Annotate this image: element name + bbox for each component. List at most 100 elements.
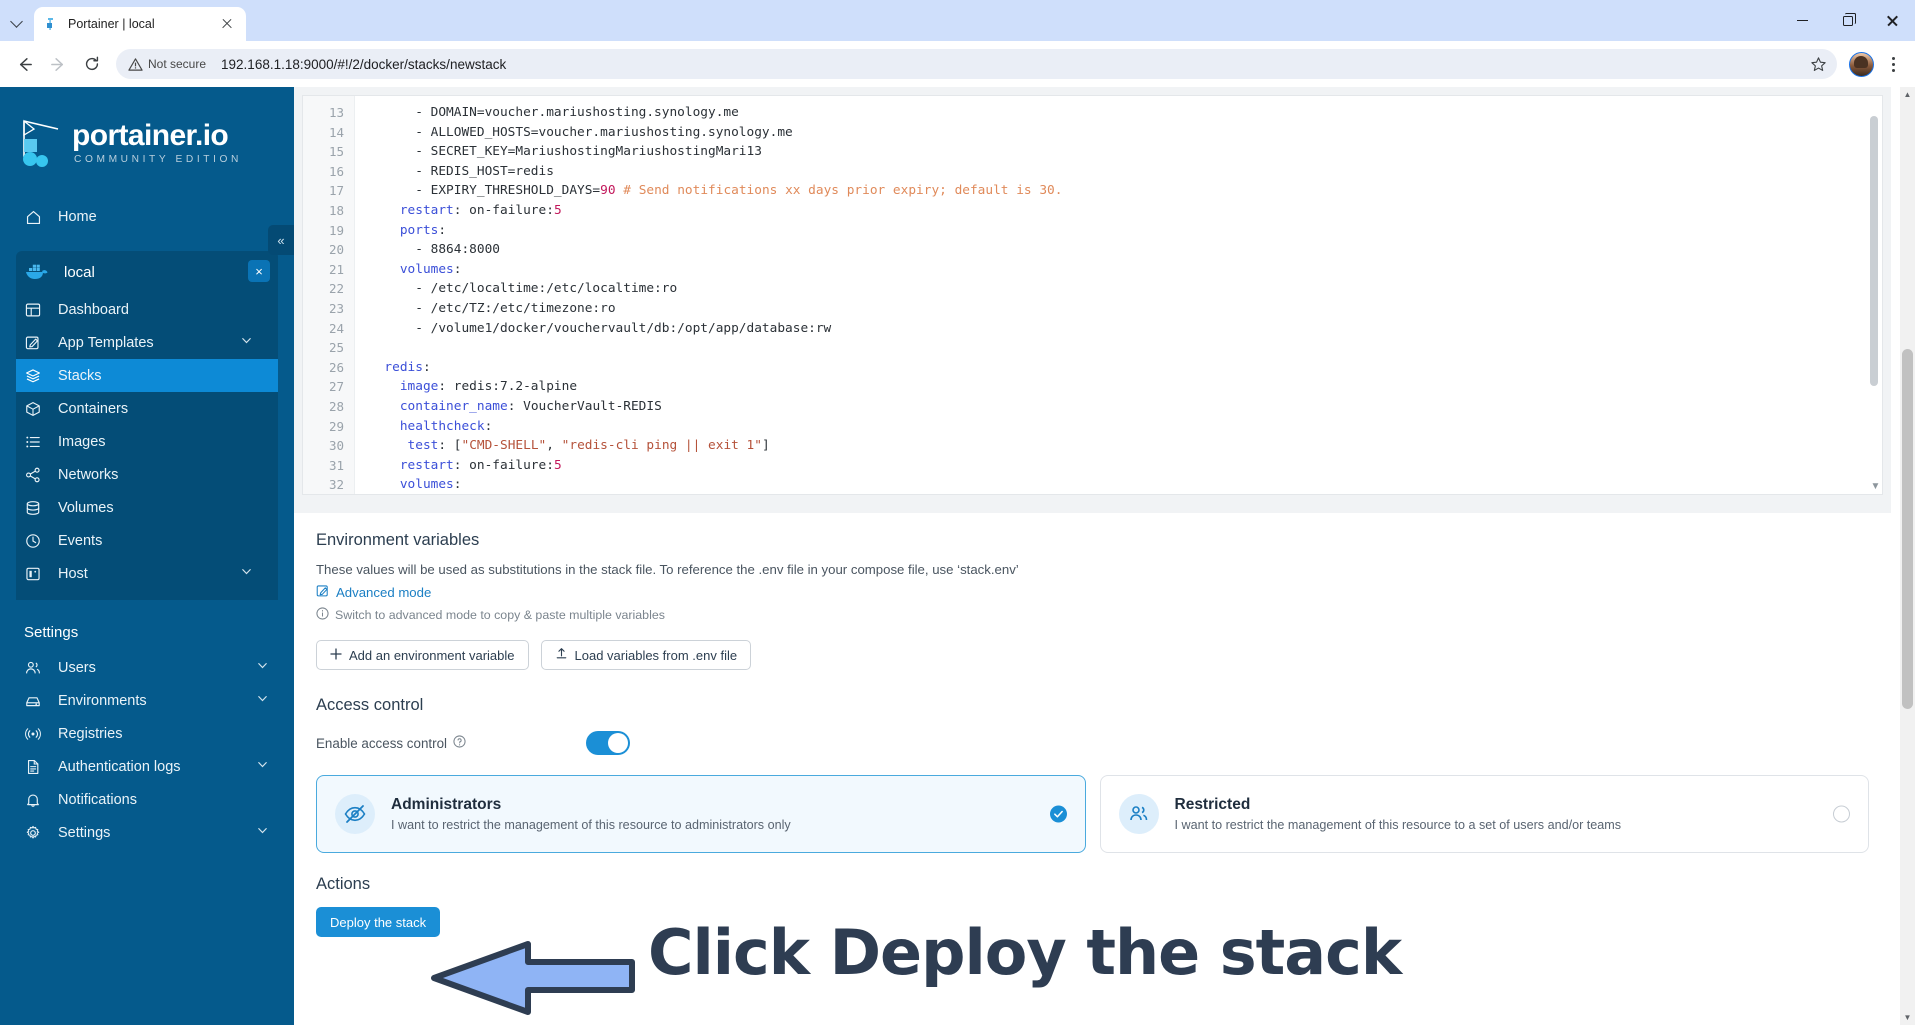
editor-scrollbar-thumb[interactable] [1870,116,1878,386]
chevron-down-icon[interactable] [256,824,272,841]
code-token: healthcheck [399,418,485,434]
profile-button[interactable] [1845,48,1877,80]
close-window-button[interactable] [1870,0,1915,41]
editor-line-number: 19 [328,222,344,238]
browser-tab[interactable]: Portainer | local [34,7,246,41]
code-token: 90 [600,183,616,199]
code-token: 5 [553,202,562,218]
sidebar-item-registries[interactable]: Registries [0,717,294,750]
editor-line-number: 21 [328,261,344,277]
tab-search-button[interactable] [0,0,34,41]
code-token: - DOMAIN=voucher.mariushosting.synology.… [369,105,739,120]
access-option-restricted[interactable]: Restricted I want to restrict the manage… [1099,775,1869,853]
access-option-administrators[interactable]: Administrators I want to restrict the ma… [316,775,1086,853]
sidebar-item-users[interactable]: Users [0,651,294,684]
minimize-button[interactable] [1780,0,1825,41]
env-variables-title: Environment variables [316,531,480,549]
window-controls [1780,0,1915,41]
forward-arrow-icon [50,57,63,71]
compose-editor-wrapper: 13 14 15 16 17 18 19 20 21 22 23 24 25 26 27 28 29 30 31 32… [294,87,1891,513]
address-bar[interactable]: Not secure 192.168.1.18:9000/#!/2/docker… [116,49,1837,79]
close-icon[interactable] [218,15,236,33]
access-option-text: Restricted I want to restrict the manage… [1175,796,1622,832]
editor-line-number: 22 [328,281,344,297]
sidebar-item-label: Notifications [58,791,137,808]
sidebar-item-stacks[interactable]: Stacks [16,359,278,392]
forward-button[interactable] [42,48,74,80]
sidebar-item-containers[interactable]: Containers [16,392,278,425]
access-control-options: Administrators I want to restrict the ma… [316,755,1869,853]
page-scrollbar-thumb[interactable] [1902,349,1913,709]
avatar-icon [1848,51,1874,77]
editor-scrollbar-track[interactable] [1870,98,1880,480]
reload-button[interactable] [76,48,108,80]
sidebar-environment-header[interactable]: local × [16,251,278,293]
sidebar-item-host[interactable]: Host [16,557,278,590]
code-token: redis [384,359,423,375]
browser-menu-button[interactable] [1879,50,1907,78]
networks-icon [24,466,42,484]
sidebar-item-app-templates[interactable]: App Templates [16,326,278,359]
compose-editor[interactable]: 13 14 15 16 17 18 19 20 21 22 23 24 25 26 27 28 29 30 31 32… [302,95,1883,495]
sidebar-item-label: Users [58,659,96,676]
sidebar-item-notifications[interactable]: Notifications [0,783,294,816]
env-variable-buttons: Add an environment variable Load variabl… [316,623,1869,670]
sidebar-item-authentication-logs[interactable]: Authentication logs [0,750,294,783]
add-environment-variable-label: Add an environment variable [349,647,515,663]
sidebar-item-events[interactable]: Events [16,524,278,557]
deploy-stack-button[interactable]: Deploy the stack [316,907,441,937]
load-env-file-button[interactable]: Load variables from .env file [540,640,752,670]
chevron-down-icon[interactable]: ▼ [1900,1010,1915,1025]
code-token: : on-failure: [453,457,554,473]
security-indicator[interactable]: Not secure [128,57,206,72]
chevron-down-icon[interactable] [256,758,272,775]
close-icon[interactable]: × [248,260,270,282]
access-control-toggle[interactable] [586,731,630,755]
registries-icon [24,725,42,743]
tab-strip: Portainer | local [0,0,1915,41]
sidebar-item-label: Volumes [58,499,114,516]
editor-line-number: 30 [328,438,344,454]
bookmark-button[interactable] [1805,51,1831,77]
sidebar-item-volumes[interactable]: Volumes [16,491,278,524]
back-button[interactable] [8,48,40,80]
sidebar-item-networks[interactable]: Networks [16,458,278,491]
access-option-radio-selected[interactable] [1049,805,1067,823]
sidebar-item-label: Authentication logs [58,758,181,775]
code-token: # Send notifications xx days prior expir… [623,183,1063,199]
page-scrollbar[interactable]: ▲ ▼ [1900,87,1915,1025]
chevron-down-icon[interactable] [240,565,256,582]
editor-line-number: 28 [328,398,344,414]
maximize-button[interactable] [1825,0,1870,41]
sidebar-item-dashboard[interactable]: Dashboard [16,293,278,326]
code-token: image [399,379,439,395]
chevron-down-icon[interactable] [256,692,272,709]
chevron-down-icon[interactable] [256,659,272,676]
browser-toolbar: Not secure 192.168.1.18:9000/#!/2/docker… [0,41,1915,87]
sidebar-item-settings[interactable]: Settings [0,816,294,849]
sidebar-item-environments[interactable]: Environments [0,684,294,717]
access-control-toggle-label-wrap: Enable access control [316,735,586,751]
editor-line-number: 14 [328,124,344,140]
editor-line-number: 32 [328,477,344,493]
chevron-down-icon[interactable] [240,334,256,351]
code-token: , [546,438,562,454]
sidebar-item-images[interactable]: Images [16,425,278,458]
advanced-mode-link[interactable]: Advanced mode [316,577,1869,601]
form-body: Environment variables These values will … [294,513,1891,937]
editor-code-area[interactable]: - DOMAIN=voucher.mariushosting.synology.… [355,96,1882,494]
portainer-logo[interactable]: portainer.io COMMUNITY EDITION [0,103,294,179]
chevron-down-icon[interactable]: ▼ [1870,481,1881,492]
sidebar-item-home[interactable]: Home [0,201,294,233]
add-environment-variable-button[interactable]: Add an environment variable [316,640,529,670]
question-circle-icon[interactable] [453,735,466,751]
sidebar-item-label: Host [58,565,88,582]
access-option-radio[interactable] [1833,805,1850,823]
back-arrow-icon [19,57,32,71]
chevron-up-icon[interactable]: ▲ [1900,87,1915,102]
dashboard-icon [24,301,42,319]
code-token: - EXPIRY_THRESHOLD_DAYS= [369,183,601,199]
